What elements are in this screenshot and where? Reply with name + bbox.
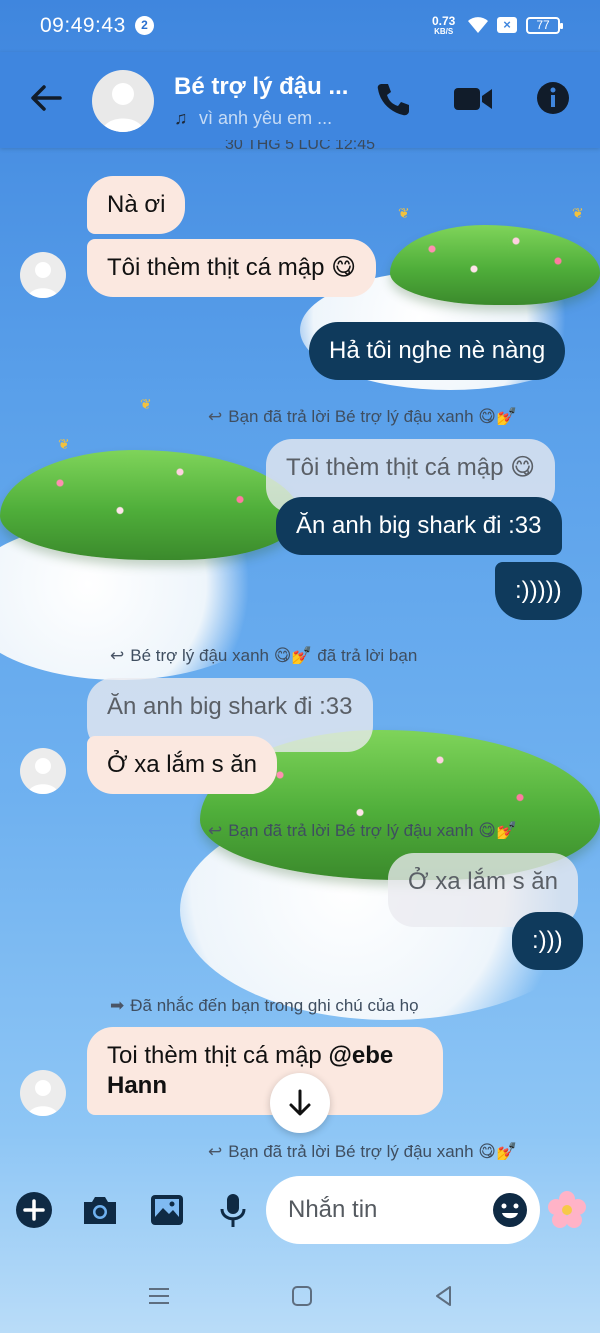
image-icon[interactable] bbox=[147, 1190, 187, 1230]
music-note-icon: ♫ bbox=[174, 108, 188, 128]
sim-icon: × bbox=[497, 17, 517, 33]
contact-avatar[interactable] bbox=[92, 70, 154, 132]
menu-icon[interactable] bbox=[147, 1284, 171, 1308]
outgoing-message-bubble[interactable]: Ăn anh big shark đi :33 bbox=[276, 497, 562, 555]
network-speed-unit: KB/S bbox=[434, 27, 454, 36]
default-avatar-icon bbox=[28, 758, 58, 794]
sender-avatar[interactable] bbox=[20, 748, 66, 794]
reply-arrow-icon: ↩ bbox=[208, 1142, 223, 1161]
message-text: Toi thèm thịt cá mập bbox=[107, 1042, 329, 1069]
contact-name[interactable]: Bé trợ lý đậu ... bbox=[174, 73, 348, 101]
flower-icon[interactable] bbox=[547, 1190, 587, 1230]
outgoing-message-bubble[interactable]: Hả tôi nghe nè nàng bbox=[309, 322, 566, 380]
chat-header: Bé trợ lý đậu ... ♫ vì anh yêu em ... bbox=[0, 52, 600, 148]
default-avatar-icon bbox=[28, 1080, 58, 1116]
contact-status: ♫ vì anh yêu em ... bbox=[174, 108, 332, 129]
network-speed-value: 0.73 bbox=[432, 14, 456, 28]
butterfly-decoration: ❦ bbox=[398, 205, 410, 221]
status-bar: 09:49:43 2 0.73 KB/S × 77 bbox=[0, 0, 600, 52]
reply-note-text: Bạn đã trả lời Bé trợ lý đậu xanh 😋💅 bbox=[228, 821, 518, 840]
info-icon[interactable] bbox=[535, 80, 571, 116]
reply-note: ↩ Bạn đã trả lời Bé trợ lý đậu xanh 😋💅 bbox=[208, 1142, 517, 1162]
date-divider-text: 30 THG 5 LÚC 12:45 bbox=[224, 140, 375, 153]
butterfly-decoration: ❦ bbox=[572, 205, 584, 221]
contact-status-text: vì anh yêu em ... bbox=[199, 108, 333, 128]
arrow-down-icon bbox=[289, 1089, 311, 1116]
back-arrow-icon[interactable] bbox=[26, 78, 66, 118]
date-divider: 30 THG 5 LÚC 12:45 bbox=[0, 140, 600, 156]
reply-note-text: Bé trợ lý đậu xanh 😋💅 đã trả lời bạn bbox=[130, 646, 418, 665]
notification-count-badge: 2 bbox=[135, 16, 154, 35]
mention-tag-continued[interactable]: Hann bbox=[107, 1072, 167, 1099]
default-avatar-icon bbox=[28, 262, 58, 298]
mention-note: ➡ Đã nhắc đến bạn trong ghi chú của họ bbox=[110, 996, 419, 1016]
message-composer bbox=[0, 1170, 600, 1250]
incoming-message-bubble[interactable]: Tôi thèm thịt cá mập 😋 bbox=[87, 239, 377, 297]
reply-note-text: Bạn đã trả lời Bé trợ lý đậu xanh 😋💅 bbox=[228, 407, 518, 426]
incoming-message-bubble[interactable]: Toi thèm thịt cá mập @ebe Hann bbox=[87, 1027, 443, 1115]
default-avatar-icon bbox=[102, 83, 144, 132]
microphone-icon[interactable] bbox=[213, 1190, 253, 1230]
sender-avatar[interactable] bbox=[20, 1070, 66, 1116]
video-camera-icon[interactable] bbox=[452, 84, 494, 114]
butterfly-decoration: ❦ bbox=[140, 396, 152, 412]
system-navigation-bar bbox=[0, 1262, 600, 1333]
reply-note: ↩ Bạn đã trả lời Bé trợ lý đậu xanh 😋💅 bbox=[208, 821, 517, 841]
network-speed: 0.73 KB/S bbox=[432, 15, 455, 36]
home-icon[interactable] bbox=[290, 1284, 314, 1308]
camera-icon[interactable] bbox=[80, 1190, 120, 1230]
wifi-icon bbox=[468, 17, 488, 33]
sender-avatar[interactable] bbox=[20, 252, 66, 298]
phone-icon[interactable] bbox=[374, 80, 412, 118]
mention-note-text: Đã nhắc đến bạn trong ghi chú của họ bbox=[130, 996, 419, 1015]
reply-arrow-icon: ↩ bbox=[208, 821, 223, 840]
emoji-icon[interactable] bbox=[492, 1192, 528, 1228]
mention-arrow-icon: ➡ bbox=[110, 996, 125, 1015]
scroll-to-bottom-button[interactable] bbox=[270, 1073, 330, 1133]
incoming-message-bubble[interactable]: Ở xa lắm s ăn bbox=[87, 736, 277, 794]
nav-back-icon[interactable] bbox=[432, 1284, 456, 1308]
plus-icon[interactable] bbox=[14, 1190, 54, 1230]
reply-note: ↩ Bé trợ lý đậu xanh 😋💅 đã trả lời bạn bbox=[110, 646, 417, 666]
reply-arrow-icon: ↩ bbox=[110, 646, 125, 665]
butterfly-decoration: ❦ bbox=[58, 436, 70, 452]
mention-tag[interactable]: @ebe bbox=[328, 1042, 393, 1069]
outgoing-message-bubble[interactable]: :))))) bbox=[495, 562, 582, 620]
reply-note: ↩ Bạn đã trả lời Bé trợ lý đậu xanh 😋💅 bbox=[208, 407, 517, 427]
status-time: 09:49:43 bbox=[40, 14, 126, 37]
outgoing-message-bubble[interactable]: :))) bbox=[512, 912, 583, 970]
incoming-message-bubble[interactable]: Nà ơi bbox=[87, 176, 186, 234]
battery-icon: 77 bbox=[526, 17, 563, 34]
reply-arrow-icon: ↩ bbox=[208, 407, 223, 426]
reply-note-text: Bạn đã trả lời Bé trợ lý đậu xanh 😋💅 bbox=[228, 1142, 518, 1161]
